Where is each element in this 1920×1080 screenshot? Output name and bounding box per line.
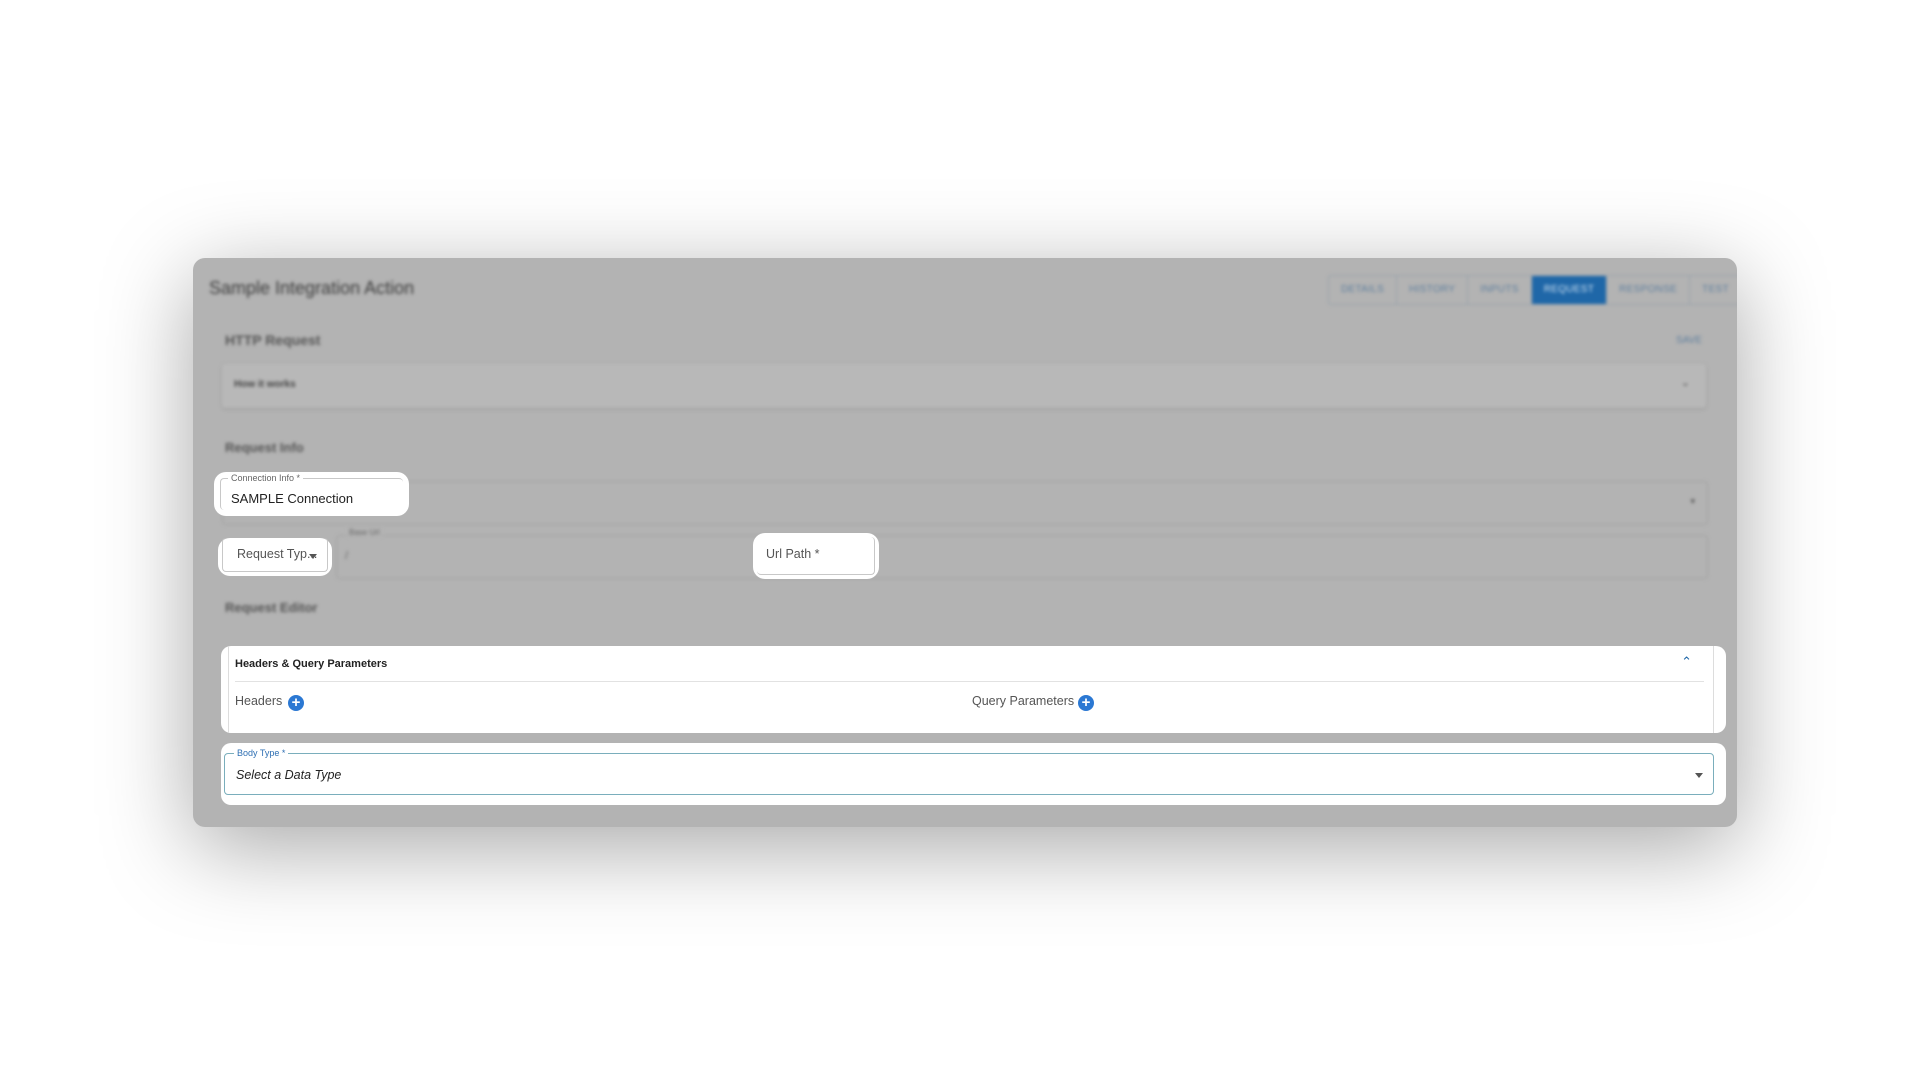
body-type-select[interactable]: Body Type * Select a Data Type (224, 748, 1714, 795)
divider (235, 681, 1704, 682)
how-it-works-accordion[interactable]: How it works ⌄ (222, 364, 1706, 408)
tab-test[interactable]: TEST (1690, 276, 1737, 304)
caret-down-icon (1695, 773, 1703, 778)
page-title: Sample Integration Action (209, 278, 415, 298)
integration-action-panel: Sample Integration Action DETAILS HISTOR… (193, 258, 1737, 827)
save-button[interactable]: SAVE (1676, 335, 1702, 346)
connection-info-highlight: Connection Info * SAMPLE Connection (214, 472, 409, 516)
chevron-down-icon: ⌄ (1680, 377, 1690, 389)
tab-bar: DETAILS HISTORY INPUTS REQUEST RESPONSE … (1328, 275, 1737, 305)
body-type-label: Body Type * (234, 748, 289, 758)
base-url-field[interactable]: Base Url / (336, 528, 1708, 579)
tab-history[interactable]: HISTORY (1397, 276, 1469, 304)
chevron-up-icon[interactable]: ⌃ (1681, 654, 1692, 670)
request-info-heading: Request Info (225, 440, 304, 455)
query-parameters-label: Query Parameters (972, 694, 1075, 708)
tab-inputs[interactable]: INPUTS (1468, 276, 1532, 304)
caret-down-icon (309, 554, 317, 559)
section-border (228, 646, 1714, 733)
caret-down-icon: ▾ (1690, 496, 1695, 506)
request-editor-heading: Request Editor (225, 600, 318, 615)
connection-info-field[interactable]: Connection Info * SAMPLE Connection (220, 473, 403, 510)
base-url-value: / (345, 550, 349, 562)
tab-response[interactable]: RESPONSE (1607, 276, 1691, 304)
add-query-param-icon[interactable]: + (1078, 695, 1094, 711)
connection-info-value: SAMPLE Connection (231, 491, 354, 506)
add-header-icon[interactable]: + (288, 695, 304, 711)
request-type-highlight: Request Typ... (218, 538, 332, 576)
headers-query-params-section: Headers & Query Parameters ⌃ Headers + Q… (221, 646, 1726, 733)
tab-request[interactable]: REQUEST (1531, 276, 1608, 304)
tab-details[interactable]: DETAILS (1329, 276, 1398, 304)
how-it-works-label: How it works (234, 379, 296, 390)
http-request-heading: HTTP Request (225, 332, 321, 348)
url-path-highlight: Url Path * (753, 533, 879, 579)
body-type-section: Body Type * Select a Data Type (221, 743, 1726, 805)
connection-info-label: Connection Info * (228, 473, 304, 483)
connection-info-select-backdrop: ▾ (222, 481, 1708, 525)
request-type-placeholder: Request Typ... (237, 547, 318, 561)
headers-label: Headers (235, 694, 283, 708)
url-path-placeholder: Url Path * (766, 547, 820, 561)
url-path-input[interactable]: Url Path * (757, 537, 875, 575)
request-type-select[interactable]: Request Typ... (222, 538, 328, 572)
body-type-value: Select a Data Type (236, 768, 342, 782)
params-section-title: Headers & Query Parameters (235, 658, 388, 670)
base-url-label: Base Url (347, 528, 382, 537)
